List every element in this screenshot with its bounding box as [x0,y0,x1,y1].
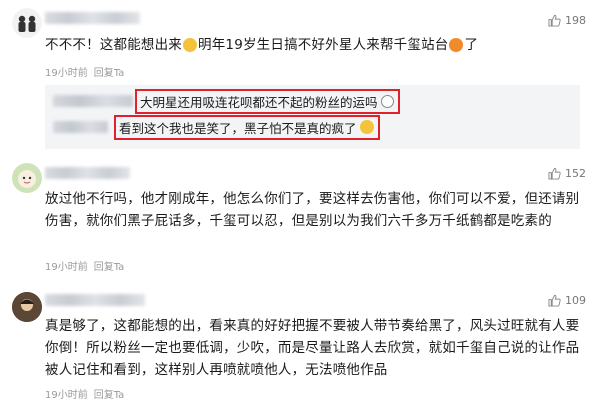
like-button[interactable]: 109 [548,294,586,307]
highlighted-reply: 看到这个我也是笑了，黑子怕不是真的疯了 [114,114,380,140]
comment-text: 放过他不行吗，他才刚成年，他怎么你们了，要这样去伤害他，你们可以不爱，但还请别伤… [45,191,580,229]
like-count: 152 [565,167,586,180]
thumbs-up-icon [548,167,561,180]
highlighted-reply: 大明星还用吸连花呗都还不起的粉丝的运吗 [135,88,400,114]
reply-link[interactable]: 回复Ta [94,64,125,79]
like-count: 198 [565,14,586,27]
username[interactable] [45,12,140,24]
timestamp: 19小时前 [45,262,88,273]
reply-link[interactable]: 回复Ta [94,386,125,401]
like-button[interactable]: 198 [548,14,586,27]
reply-link[interactable]: 回复Ta [94,258,125,273]
reply-item: 看到这个我也是笑了，黑子怕不是真的疯了 [53,114,380,140]
reply-thread: 大明星还用吸连花呗都还不起的粉丝的运吗 看到这个我也是笑了，黑子怕不是真的疯了 [45,85,580,149]
comment-text: 真是够了，这都能想的出，看来真的好好把握不要被人带节奏给黑了，风头过旺就有人要你… [45,318,580,378]
avatar[interactable] [12,292,42,322]
avatar[interactable] [12,8,42,38]
timestamp: 19小时前 [45,68,88,79]
reply-username[interactable] [53,95,133,107]
like-count: 109 [565,294,586,307]
smile-emoji [380,94,394,108]
smile-emoji [183,38,197,52]
angry-emoji [449,38,464,52]
comment-meta: 19小时前 回复Ta [45,386,124,401]
reply-username[interactable] [53,121,108,133]
username[interactable] [45,294,145,306]
thumbs-up-icon [548,294,561,307]
comment-meta: 19小时前 回复Ta [45,258,124,273]
laugh-emoji [359,120,374,134]
avatar[interactable] [12,163,42,193]
comment-text: 不不不！这都能想出来 明年19岁生日搞不好外星人来帮千玺站台了 [45,37,479,53]
timestamp: 19小时前 [45,390,88,401]
username[interactable] [45,167,130,179]
reply-item: 大明星还用吸连花呗都还不起的粉丝的运吗 [53,88,400,114]
like-button[interactable]: 152 [548,167,586,180]
comment-meta: 19小时前 回复Ta [45,64,124,79]
thumbs-up-icon [548,14,561,27]
